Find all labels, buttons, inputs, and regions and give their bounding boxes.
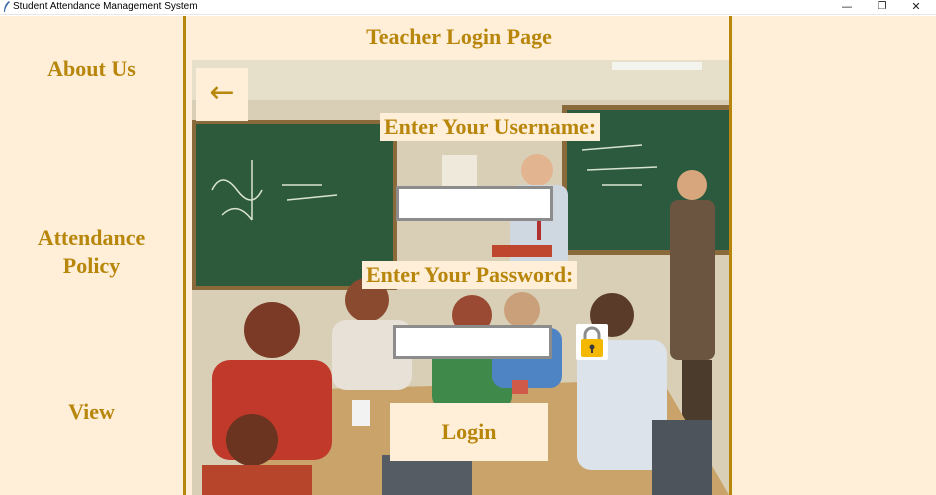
username-label: Enter Your Username: — [380, 113, 601, 141]
close-button[interactable]: ✕ — [899, 0, 933, 15]
window-title: Student Attendance Management System — [13, 1, 198, 12]
padlock-icon — [581, 326, 603, 357]
sidebar-item-view[interactable]: View — [0, 398, 183, 426]
sidebar-item-about-us[interactable]: About Us — [0, 55, 183, 83]
app-frame: About Us Attendance Policy View Teacher … — [0, 16, 936, 495]
password-label: Enter Your Password: — [362, 261, 578, 289]
classroom-illustration: ← Enter Your Username: Enter Your Passwo… — [192, 60, 729, 495]
page-title: Teacher Login Page — [366, 24, 552, 49]
window-titlebar: Student Attendance Management System — ❐… — [0, 0, 936, 15]
sidebar-item-attendance-policy[interactable]: Attendance Policy — [0, 224, 183, 280]
login-button[interactable]: Login — [390, 403, 548, 461]
right-panel — [729, 16, 936, 495]
show-password-button[interactable] — [576, 324, 608, 360]
minimize-button[interactable]: — — [830, 0, 864, 15]
feather-icon — [4, 1, 10, 12]
sidebar-item-label: Attendance Policy — [37, 225, 146, 278]
maximize-button[interactable]: ❐ — [865, 0, 899, 15]
password-field[interactable] — [393, 325, 552, 359]
back-button[interactable]: ← — [196, 68, 248, 121]
sidebar: About Us Attendance Policy View — [0, 16, 186, 495]
login-panel: Teacher Login Page ← Enter Your Username… — [189, 16, 729, 495]
username-field[interactable] — [396, 186, 553, 221]
